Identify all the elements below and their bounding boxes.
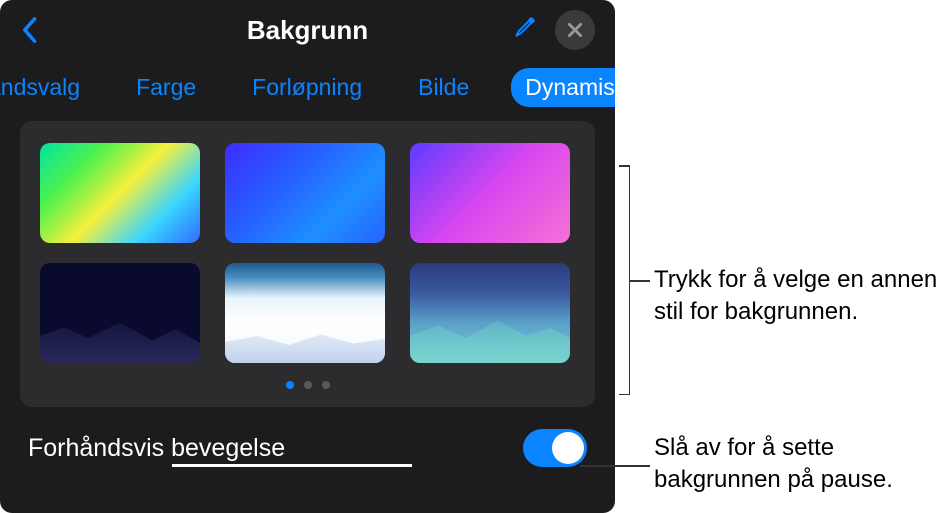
swatch-container	[20, 121, 595, 407]
panel-header: Bakgrunn	[0, 0, 615, 60]
background-style-swatch[interactable]	[40, 143, 200, 243]
page-indicator	[40, 381, 575, 389]
tab-color[interactable]: Farge	[122, 68, 210, 107]
background-style-swatch[interactable]	[410, 263, 570, 363]
panel-title: Bakgrunn	[247, 15, 368, 46]
tab-dynamic[interactable]: Dynamisk	[511, 68, 615, 107]
callout-grid-text: Trykk for å velge en annen stil for bakg…	[654, 264, 947, 329]
header-actions	[511, 10, 595, 50]
preview-motion-toggle[interactable]	[523, 429, 587, 467]
preview-motion-label: Forhåndsvis bevegelse	[28, 434, 285, 463]
background-style-swatch[interactable]	[410, 143, 570, 243]
callout-bracket	[618, 165, 630, 395]
background-panel: Bakgrunn åndsvalg Farge Forløpning Bilde…	[0, 0, 615, 513]
callout-toggle-text: Slå av for å sette bakgrunnen på pause.	[654, 432, 947, 497]
eyedropper-button[interactable]	[511, 15, 537, 46]
back-button[interactable]	[20, 16, 38, 44]
panel-footer: Forhåndsvis bevegelse	[0, 407, 615, 485]
page-dot[interactable]	[322, 381, 330, 389]
close-button[interactable]	[555, 10, 595, 50]
page-dot[interactable]	[304, 381, 312, 389]
close-icon	[566, 21, 584, 39]
eyedropper-icon	[511, 15, 537, 41]
page-dot[interactable]	[286, 381, 294, 389]
chevron-left-icon	[20, 16, 38, 44]
callout-leader-line	[630, 280, 650, 282]
tab-gradient[interactable]: Forløpning	[238, 68, 376, 107]
tab-bar: åndsvalg Farge Forløpning Bilde Dynamisk	[0, 60, 615, 121]
tab-image[interactable]: Bilde	[404, 68, 483, 107]
background-style-swatch[interactable]	[225, 143, 385, 243]
background-style-swatch[interactable]	[225, 263, 385, 363]
background-style-swatch[interactable]	[40, 263, 200, 363]
swatch-grid	[40, 143, 575, 363]
callout-leader-line	[580, 465, 650, 467]
annotations: Trykk for å velge en annen stil for bakg…	[620, 0, 947, 513]
tab-preset[interactable]: åndsvalg	[0, 68, 94, 107]
